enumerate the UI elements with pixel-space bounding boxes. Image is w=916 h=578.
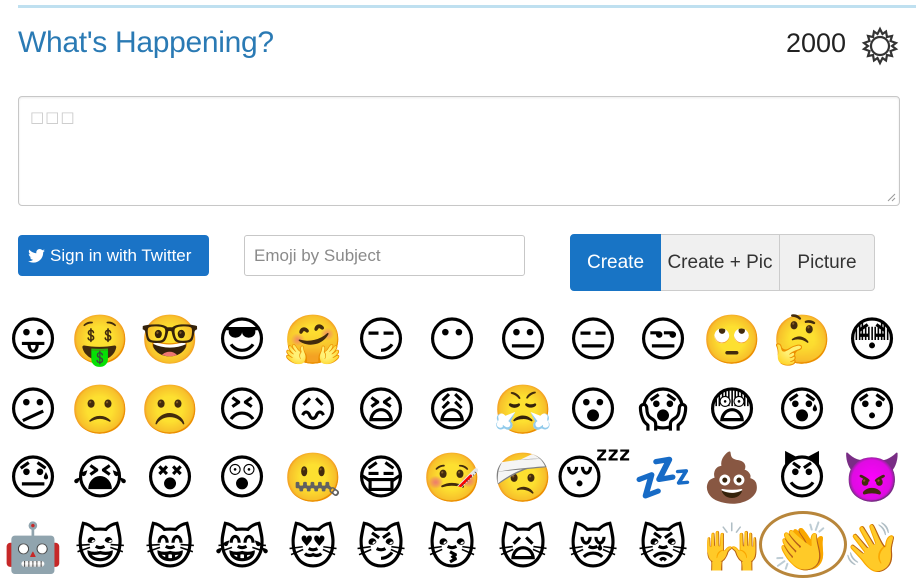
- emoji-item[interactable]: 😩: [417, 375, 487, 445]
- top-divider: [18, 5, 916, 8]
- emoji-item[interactable]: 😴: [555, 443, 632, 513]
- emoji-item[interactable]: 😎: [207, 305, 277, 375]
- emoji-item[interactable]: 😣: [207, 375, 277, 445]
- emoji-item[interactable]: 😐: [488, 305, 558, 375]
- tab-create-pic[interactable]: Create + Pic: [661, 234, 780, 291]
- compose-placeholder: □□□: [30, 108, 76, 126]
- gear-icon[interactable]: [860, 26, 900, 66]
- emoji-item[interactable]: 🙀: [488, 513, 558, 578]
- emoji-item[interactable]: 😿: [558, 513, 628, 578]
- emoji-item[interactable]: 😼: [346, 513, 416, 578]
- emoji-item[interactable]: 😺: [65, 513, 135, 578]
- emoji-item[interactable]: 😷: [346, 443, 416, 513]
- emoji-item[interactable]: 🙌: [697, 513, 767, 578]
- emoji-item[interactable]: 😛: [0, 305, 68, 375]
- emoji-item[interactable]: 😱: [628, 375, 698, 445]
- emoji-item[interactable]: ☹️: [135, 375, 205, 445]
- emoji-item[interactable]: 😒: [628, 305, 698, 375]
- emoji-row: 😕 🙁 ☹️ 😣 😖 😫 😩 😤 😮 😱 😨 😰 😯: [0, 375, 916, 445]
- character-counter: 2000: [786, 28, 847, 58]
- emoji-item[interactable]: 😕: [0, 375, 68, 445]
- emoji-item[interactable]: 😏: [346, 305, 416, 375]
- emoji-item[interactable]: 💩: [697, 443, 767, 513]
- emoji-item[interactable]: 😸: [135, 513, 205, 578]
- emoji-item[interactable]: 💤: [628, 443, 698, 513]
- emoji-item[interactable]: 😽: [417, 513, 487, 578]
- emoji-item[interactable]: 🙄: [697, 305, 767, 375]
- emoji-item[interactable]: 😑: [558, 305, 628, 375]
- emoji-item[interactable]: 😯: [837, 375, 907, 445]
- emoji-item[interactable]: 😫: [346, 375, 416, 445]
- twitter-bird-icon: [28, 248, 45, 263]
- emoji-item[interactable]: 😨: [697, 375, 767, 445]
- emoji-item[interactable]: 👋: [837, 513, 907, 578]
- page-title: What's Happening?: [18, 26, 274, 59]
- emoji-item[interactable]: 🤒: [417, 443, 487, 513]
- emoji-item[interactable]: 🤐: [278, 443, 348, 513]
- emoji-row: 😛 🤑 🤓 😎 🤗 😏 😶 😐 😑 😒 🙄 🤔 😳: [0, 305, 916, 375]
- emoji-search-input[interactable]: [244, 235, 525, 276]
- sign-in-twitter-button[interactable]: Sign in with Twitter: [18, 235, 209, 276]
- emoji-item[interactable]: 👿: [837, 443, 907, 513]
- emoji-item[interactable]: 😭: [65, 443, 135, 513]
- emoji-item[interactable]: 😰: [767, 375, 837, 445]
- emoji-row: 🤖 😺 😸 😹 😻 😼 😽 🙀 😿 😾 🙌 👏 👋: [0, 513, 916, 578]
- emoji-item[interactable]: 😹: [207, 513, 277, 578]
- resize-handle-icon[interactable]: [886, 192, 896, 202]
- emoji-item[interactable]: 🤑: [65, 305, 135, 375]
- emoji-item[interactable]: 😮: [558, 375, 628, 445]
- emoji-item[interactable]: 😓: [0, 443, 68, 513]
- emoji-row: 😓 😭 😵 😲 🤐 😷 🤒 🤕 😴 💤 💩 😈 👿: [0, 443, 916, 513]
- emoji-item[interactable]: 🙁: [65, 375, 135, 445]
- emoji-item[interactable]: 👏: [767, 513, 837, 578]
- emoji-item[interactable]: 😶: [417, 305, 487, 375]
- emoji-item[interactable]: 🤓: [135, 305, 205, 375]
- emoji-item[interactable]: 😖: [278, 375, 348, 445]
- emoji-item[interactable]: 🤕: [488, 443, 558, 513]
- emoji-item[interactable]: 😻: [278, 513, 348, 578]
- emoji-item[interactable]: 😲: [207, 443, 277, 513]
- compose-textarea[interactable]: □□□: [18, 96, 900, 206]
- emoji-item[interactable]: 🤔: [767, 305, 837, 375]
- emoji-item[interactable]: 🤗: [278, 305, 348, 375]
- emoji-item[interactable]: 😤: [488, 375, 558, 445]
- emoji-item[interactable]: 😈: [767, 443, 837, 513]
- emoji-item[interactable]: 😾: [628, 513, 698, 578]
- tab-create[interactable]: Create: [570, 234, 661, 291]
- emoji-item[interactable]: 🤖: [0, 513, 68, 578]
- tab-picture[interactable]: Picture: [780, 234, 875, 291]
- emoji-item[interactable]: 😳: [837, 305, 907, 375]
- twitter-button-label: Sign in with Twitter: [50, 245, 192, 265]
- emoji-item[interactable]: 😵: [135, 443, 205, 513]
